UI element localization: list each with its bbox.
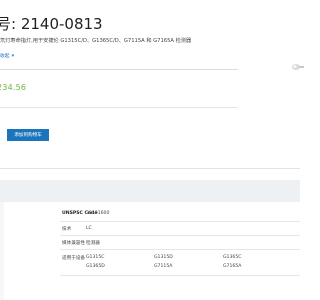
spec-label-technology: 技术 — [62, 227, 72, 232]
section-divider — [0, 168, 300, 169]
add-to-cart-button[interactable]: 添加到购物车 — [7, 129, 49, 141]
spec-value-technology: LC — [86, 226, 92, 231]
price: 234.56 — [0, 83, 27, 92]
divider — [0, 107, 238, 108]
compatible-device: G7115A — [154, 264, 173, 269]
compatible-device: G1365D — [86, 264, 105, 269]
product-image-panel — [258, 0, 300, 160]
row-divider — [60, 221, 300, 222]
spec-label-media: 媒体兼容性 — [62, 241, 85, 246]
collapse-label: 收起 — [0, 54, 10, 59]
spec-value-media: 检测器 — [86, 241, 100, 246]
row-divider — [60, 249, 300, 250]
row-divider — [60, 275, 300, 276]
row-divider — [60, 235, 300, 236]
compatible-device: G1315C — [86, 255, 105, 260]
compatible-device: G1315D — [154, 255, 173, 260]
product-title: 号: 2140-0813 — [0, 13, 103, 34]
product-image[interactable] — [290, 60, 304, 74]
compatible-device: G1365C — [223, 255, 242, 260]
divider — [0, 69, 238, 70]
part-number: 2140-0813 — [20, 15, 103, 33]
title-prefix: 号: — [0, 15, 17, 33]
product-description: 氘灯寿命指灯,用于安捷伦 G1315C/D、G1365C/D、G7115A 和 … — [0, 38, 192, 44]
spec-label-devices: 适用于设备 — [62, 256, 85, 261]
spec-table — [0, 202, 300, 300]
spec-left-strip — [0, 202, 4, 300]
spec-value-unspsc: 39101600 — [86, 211, 110, 216]
collapse-link[interactable]: 收起 ▾ — [0, 52, 15, 60]
chevron-down-icon: ▾ — [11, 52, 15, 59]
compatible-device: G7165A — [223, 264, 242, 269]
